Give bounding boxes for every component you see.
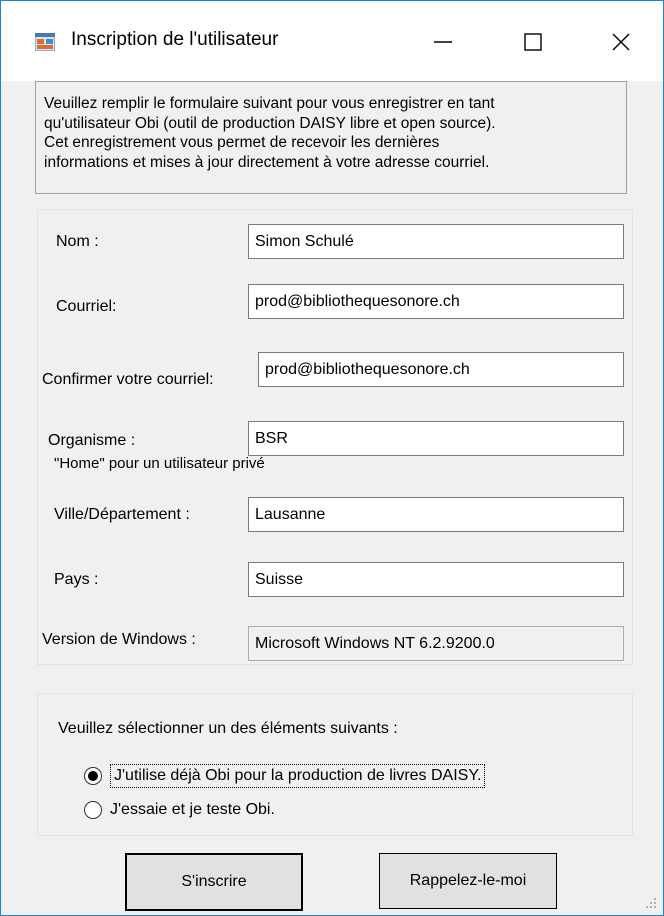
title-bar[interactable]: Inscription de l'utilisateur bbox=[1, 1, 663, 81]
city-label: Ville/Département : bbox=[54, 506, 190, 523]
radio-option-existing-user[interactable]: J'utilise déjà Obi pour la production de… bbox=[84, 764, 486, 788]
close-icon bbox=[612, 33, 630, 51]
windows-version-field bbox=[248, 626, 624, 661]
email-label: Courriel: bbox=[56, 298, 117, 315]
intro-line: Veuillez remplir le formulaire suivant p… bbox=[44, 95, 495, 112]
remind-later-button[interactable]: Rappelez-le-moi bbox=[379, 853, 557, 909]
intro-text-box: Veuillez remplir le formulaire suivant p… bbox=[35, 81, 627, 194]
radio-option-label: J'essaie et je teste Obi. bbox=[110, 801, 275, 818]
city-field[interactable] bbox=[248, 497, 624, 532]
radio-option-trial-user[interactable]: J'essaie et je teste Obi. bbox=[84, 801, 275, 819]
email-field[interactable] bbox=[248, 284, 624, 319]
radio-button[interactable] bbox=[84, 801, 102, 819]
windows-version-label: Version de Windows : bbox=[42, 631, 196, 648]
user-info-panel: Nom : Courriel: Confirmer votre courriel… bbox=[37, 209, 633, 665]
minimize-button[interactable] bbox=[413, 19, 473, 65]
usage-prompt: Veuillez sélectionner un des éléments su… bbox=[58, 720, 398, 737]
radio-option-label: J'utilise déjà Obi pour la production de… bbox=[110, 764, 486, 788]
window-title: Inscription de l'utilisateur bbox=[71, 29, 279, 50]
intro-line: Cet enregistrement vous permet de recevo… bbox=[44, 134, 440, 151]
resize-grip-icon[interactable] bbox=[645, 897, 657, 909]
radio-button-selected[interactable] bbox=[84, 767, 102, 785]
maximize-button[interactable] bbox=[503, 19, 563, 65]
confirm-email-field[interactable] bbox=[258, 352, 624, 387]
organization-field[interactable] bbox=[248, 421, 624, 456]
usage-options-panel: Veuillez sélectionner un des éléments su… bbox=[37, 693, 633, 836]
app-icon bbox=[35, 33, 55, 51]
intro-line: qu'utilisateur Obi (outil de production … bbox=[44, 114, 496, 132]
maximize-icon bbox=[524, 33, 542, 51]
confirm-email-label: Confirmer votre courriel: bbox=[42, 371, 214, 388]
close-button[interactable] bbox=[591, 19, 651, 65]
register-button[interactable]: S'inscrire bbox=[125, 853, 303, 911]
organization-label: Organisme : bbox=[48, 432, 136, 449]
country-field[interactable] bbox=[248, 562, 624, 597]
organization-hint: "Home" pour un utilisateur privé bbox=[54, 455, 265, 472]
minimize-icon bbox=[434, 41, 452, 43]
registration-dialog: Inscription de l'utilisateur Veuillez re… bbox=[0, 0, 664, 916]
intro-line: informations et mises à jour directement… bbox=[44, 153, 490, 171]
name-label: Nom : bbox=[56, 233, 99, 250]
name-field[interactable] bbox=[248, 224, 624, 259]
country-label: Pays : bbox=[54, 571, 99, 588]
